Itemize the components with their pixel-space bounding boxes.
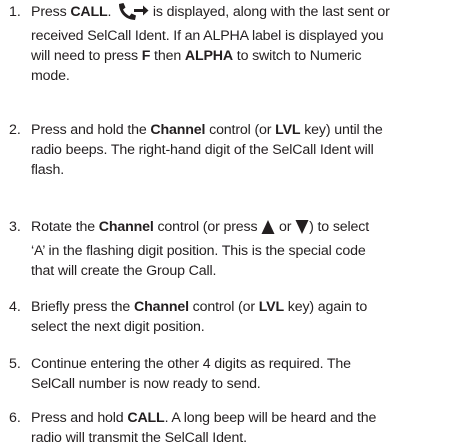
text-run: Press bbox=[31, 4, 71, 20]
step-number: 4. bbox=[9, 299, 21, 315]
emphasized-term: ALPHA bbox=[184, 48, 233, 64]
emphasized-term: LVL bbox=[275, 122, 301, 138]
text-run: key) until the bbox=[300, 122, 383, 138]
step-line: Press and hold CALL. A long beep will be… bbox=[31, 408, 451, 428]
emphasized-term: Channel bbox=[133, 299, 189, 315]
step-line: received SelCall Ident. If an ALPHA labe… bbox=[31, 26, 451, 46]
text-run: then bbox=[150, 48, 185, 64]
step-line: Press and hold the Channel control (or L… bbox=[31, 120, 451, 140]
emphasized-term: Channel bbox=[98, 219, 154, 235]
text-run: radio beeps. The right-hand digit of the… bbox=[31, 142, 374, 158]
text-run: Press and hold bbox=[31, 410, 128, 426]
step-number: 6. bbox=[9, 410, 21, 426]
step-line: select the next digit position. bbox=[31, 317, 451, 337]
text-run: Continue entering the other 4 digits as … bbox=[31, 356, 351, 372]
step-line: Continue entering the other 4 digits as … bbox=[31, 354, 451, 374]
step-line: flash. bbox=[31, 160, 451, 180]
text-run: select the next digit position. bbox=[31, 319, 205, 335]
step-line: radio beeps. The right-hand digit of the… bbox=[31, 140, 451, 160]
step-text: Briefly press the Channel control (or LV… bbox=[31, 297, 451, 337]
step-number: 2. bbox=[9, 122, 21, 138]
text-run: that will create the Group Call. bbox=[31, 263, 217, 279]
text-run: control (or bbox=[188, 299, 259, 315]
step-line: mode. bbox=[31, 66, 451, 86]
step-text: Continue entering the other 4 digits as … bbox=[31, 354, 451, 394]
text-run: received SelCall Ident. If an ALPHA labe… bbox=[31, 28, 384, 44]
step-line: SelCall number is now ready to send. bbox=[31, 374, 451, 394]
step-line: Briefly press the Channel control (or LV… bbox=[31, 297, 451, 317]
text-run: mode. bbox=[31, 68, 70, 84]
step-text: Press CALL. is displayed, along with the… bbox=[31, 2, 451, 86]
text-run: control (or press bbox=[153, 219, 262, 235]
text-run: Briefly press the bbox=[31, 299, 134, 315]
step-line: Press CALL. is displayed, along with the… bbox=[31, 2, 451, 26]
step-line: Rotate the Channel control (or press or … bbox=[31, 217, 451, 241]
emphasized-term: Channel bbox=[150, 122, 206, 138]
text-run: flash. bbox=[31, 162, 65, 178]
step-line: ‘A’ in the flashing digit position. This… bbox=[31, 241, 451, 261]
emphasized-term: CALL bbox=[127, 410, 165, 426]
step-line: that will create the Group Call. bbox=[31, 261, 451, 281]
text-run: ) to select bbox=[309, 219, 369, 235]
up-triangle-icon bbox=[261, 219, 275, 241]
down-triangle-icon bbox=[295, 219, 309, 241]
text-run: radio will transmit the SelCall Ident. bbox=[31, 430, 247, 446]
call-handset-arrow-icon bbox=[115, 2, 149, 26]
step-text: Press and hold CALL. A long beep will be… bbox=[31, 408, 451, 448]
text-run: . bbox=[107, 4, 116, 20]
text-run: Rotate the bbox=[31, 219, 99, 235]
text-run: will need to press bbox=[31, 48, 142, 64]
text-run: is displayed, along with the last sent o… bbox=[149, 4, 390, 20]
text-run: . A long beep will be heard and the bbox=[164, 410, 377, 426]
step-number: 5. bbox=[9, 356, 21, 372]
text-run: Press and hold the bbox=[31, 122, 151, 138]
text-run: or bbox=[275, 219, 296, 235]
step-text: Rotate the Channel control (or press or … bbox=[31, 217, 451, 281]
text-run: ‘A’ in the flashing digit position. This… bbox=[31, 243, 366, 259]
step-line: will need to press F then ALPHA to switc… bbox=[31, 46, 451, 66]
emphasized-term: F bbox=[141, 48, 151, 64]
emphasized-term: CALL bbox=[70, 4, 108, 20]
step-line: radio will transmit the SelCall Ident. bbox=[31, 428, 451, 448]
text-run: SelCall number is now ready to send. bbox=[31, 376, 261, 392]
text-run: to switch to Numeric bbox=[232, 48, 362, 64]
text-run: key) again to bbox=[284, 299, 368, 315]
step-text: Press and hold the Channel control (or L… bbox=[31, 120, 451, 180]
emphasized-term: LVL bbox=[258, 299, 284, 315]
text-run: control (or bbox=[205, 122, 276, 138]
step-number: 1. bbox=[9, 4, 21, 20]
step-number: 3. bbox=[9, 219, 21, 235]
